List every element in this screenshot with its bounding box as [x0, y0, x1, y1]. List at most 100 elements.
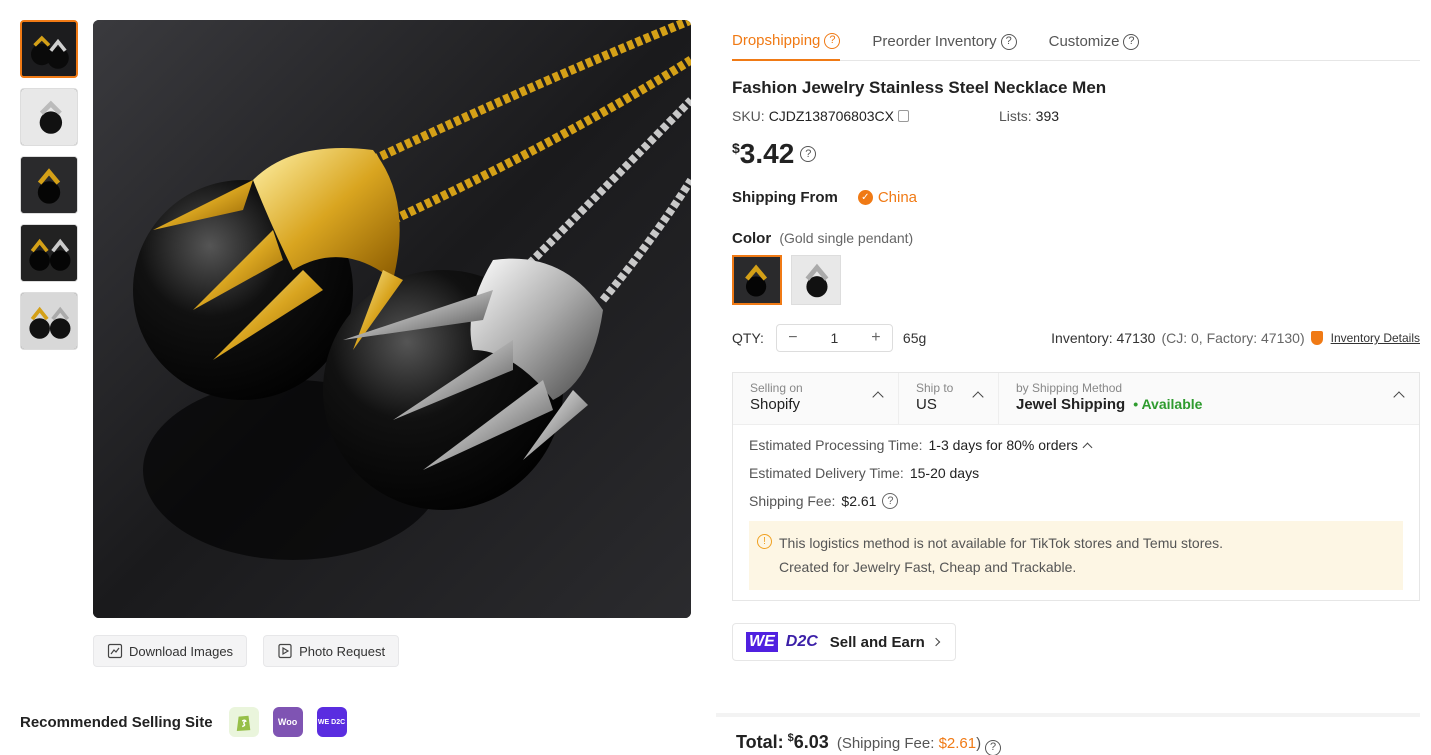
chevron-right-icon [931, 637, 941, 647]
shipping-from-option[interactable]: China [878, 189, 917, 206]
tab-customize-label: Customize [1048, 33, 1120, 50]
increment-button[interactable]: + [860, 329, 892, 347]
thumbnail-5[interactable] [20, 292, 78, 350]
download-images-button[interactable]: Download Images [93, 635, 248, 667]
product-title: Fashion Jewelry Stainless Steel Necklace… [732, 78, 1107, 97]
woo-label: Woo [277, 717, 298, 727]
selling-on-dropdown[interactable]: Selling on Shopify [733, 373, 899, 424]
shipping-from-label: Shipping From [732, 189, 838, 206]
logistics-notice: ! This logistics method is not available… [749, 521, 1403, 590]
notice-line-1: This logistics method is not available f… [779, 535, 1224, 551]
ship-to-dropdown[interactable]: Ship to US [899, 373, 999, 424]
fee-label: Shipping Fee: [749, 493, 836, 509]
quantity-stepper: − + [775, 324, 893, 352]
qty-label: QTY: [732, 330, 764, 346]
sku-row: SKU: CJDZ138706803CX Lists: 393 [732, 108, 1420, 124]
inventory-details-link[interactable]: Inventory Details [1331, 331, 1420, 345]
color-selector: Color (Gold single pendant) [732, 230, 1420, 305]
image-download-icon [107, 643, 123, 659]
wed2c-icon[interactable]: WE D2C [316, 707, 347, 737]
shipping-panel: Selling on Shopify Ship to US by Shippin… [732, 372, 1420, 601]
sell-and-earn-button[interactable]: WE D2C Sell and Earn [732, 623, 956, 661]
color-swatch-silver[interactable] [791, 255, 841, 305]
help-icon[interactable]: ? [985, 739, 1002, 755]
recommended-selling-sites: Recommended Selling Site Woo WE D2C [20, 707, 347, 737]
product-weight: 65g [902, 330, 927, 346]
sell-and-earn-label: Sell and Earn [829, 633, 925, 651]
notice-line-2: Created for Jewelry Fast, Cheap and Trac… [779, 559, 1077, 575]
price-row: $3.42 ? [732, 138, 1420, 170]
download-images-label: Download Images [129, 643, 234, 659]
main-product-image[interactable] [93, 20, 691, 618]
total-value: 6.03 [793, 732, 829, 752]
help-icon[interactable]: ? [882, 493, 899, 509]
fee-value: $2.61 [841, 493, 877, 509]
delivery-value: 15-20 days [909, 465, 980, 481]
inventory-info: Inventory: 47130 (CJ: 0, Factory: 47130)… [1051, 330, 1420, 346]
thumbnail-3[interactable] [20, 156, 78, 214]
quantity-row: QTY: − + 65g Inventory: 47130 (CJ: 0, Fa… [732, 324, 1420, 352]
availability-status: • Available [1133, 396, 1203, 412]
recommend-title: Recommended Selling Site [20, 713, 213, 731]
fee-suffix: ) [976, 735, 982, 752]
shield-icon [1310, 331, 1323, 345]
chevron-up-icon[interactable] [1082, 442, 1093, 452]
photo-request-label: Photo Request [299, 643, 386, 659]
d2c-logo: D2C [785, 633, 818, 650]
product-info-panel: Dropshipping ? Preorder Inventory ? Cust… [732, 0, 1420, 661]
method-value: Jewel Shipping [1016, 396, 1126, 413]
purchase-mode-tabs: Dropshipping ? Preorder Inventory ? Cust… [732, 0, 1420, 61]
shipping-fee-row: Shipping Fee: $2.61 ? [749, 493, 1403, 509]
product-price: $3.42 [732, 138, 794, 170]
total-amount: $6.03 [788, 732, 829, 753]
shipping-from-row: Shipping From ✓ China [732, 189, 1420, 206]
thumbnail-2[interactable] [20, 88, 78, 146]
processing-value: 1-3 days for 80% orders [928, 437, 1078, 453]
delivery-time-row: Estimated Delivery Time: 15-20 days [749, 465, 1403, 481]
processing-label: Estimated Processing Time: [749, 437, 923, 453]
total-label: Total: [736, 732, 784, 752]
tab-preorder-inventory[interactable]: Preorder Inventory ? [872, 22, 1017, 61]
ship-to-label: Ship to [916, 381, 954, 395]
decrement-button[interactable]: − [777, 329, 809, 347]
color-selected: (Gold single pendant) [779, 230, 914, 246]
shipping-method-dropdown[interactable]: by Shipping Method Jewel Shipping • Avail… [999, 373, 1419, 424]
sku-value: CJDZ138706803CX [768, 108, 894, 124]
help-icon[interactable]: ? [1000, 33, 1017, 50]
delivery-label: Estimated Delivery Time: [749, 465, 904, 481]
selling-on-label: Selling on [750, 381, 803, 395]
color-label: Color [732, 230, 772, 247]
quantity-input[interactable] [808, 330, 860, 346]
copy-icon[interactable] [897, 110, 909, 122]
thumbnail-1[interactable] [20, 20, 78, 78]
shopify-icon[interactable] [228, 707, 259, 737]
check-icon: ✓ [857, 190, 873, 205]
price-value: 3.42 [739, 138, 795, 169]
price-help-icon[interactable]: ? [800, 146, 817, 162]
help-icon[interactable]: ? [1123, 33, 1140, 50]
selling-on-value: Shopify [750, 396, 801, 413]
tab-customize[interactable]: Customize ? [1049, 22, 1140, 61]
help-icon[interactable]: ? [824, 32, 841, 49]
lists-value: 393 [1035, 108, 1060, 124]
fee-prefix: (Shipping Fee: [836, 735, 935, 752]
wed2c-label: WE D2C [317, 718, 346, 726]
processing-time-row: Estimated Processing Time: 1-3 days for … [749, 437, 1403, 453]
price-currency: $ [732, 140, 740, 156]
thumbnail-4[interactable] [20, 224, 78, 282]
photo-request-button[interactable]: Photo Request [263, 635, 400, 667]
total-shipping-fee: (Shipping Fee: $2.61) [837, 735, 981, 752]
woo-icon[interactable]: Woo [272, 707, 303, 737]
we-logo: WE [746, 632, 778, 652]
inventory-count: Inventory: 47130 [1051, 330, 1156, 346]
total-bar: Total: $6.03 (Shipping Fee: $2.61) ? [716, 713, 1420, 755]
ship-to-value: US [916, 396, 937, 413]
warning-icon: ! [757, 534, 772, 549]
photo-request-icon [278, 643, 292, 659]
sku-label: SKU: [732, 108, 765, 124]
thumbnail-strip [20, 20, 80, 360]
inventory-breakdown: (CJ: 0, Factory: 47130) [1161, 330, 1305, 346]
tab-dropshipping[interactable]: Dropshipping ? [732, 22, 841, 61]
fee-amount: $2.61 [938, 735, 977, 752]
color-swatch-gold[interactable] [732, 255, 782, 305]
